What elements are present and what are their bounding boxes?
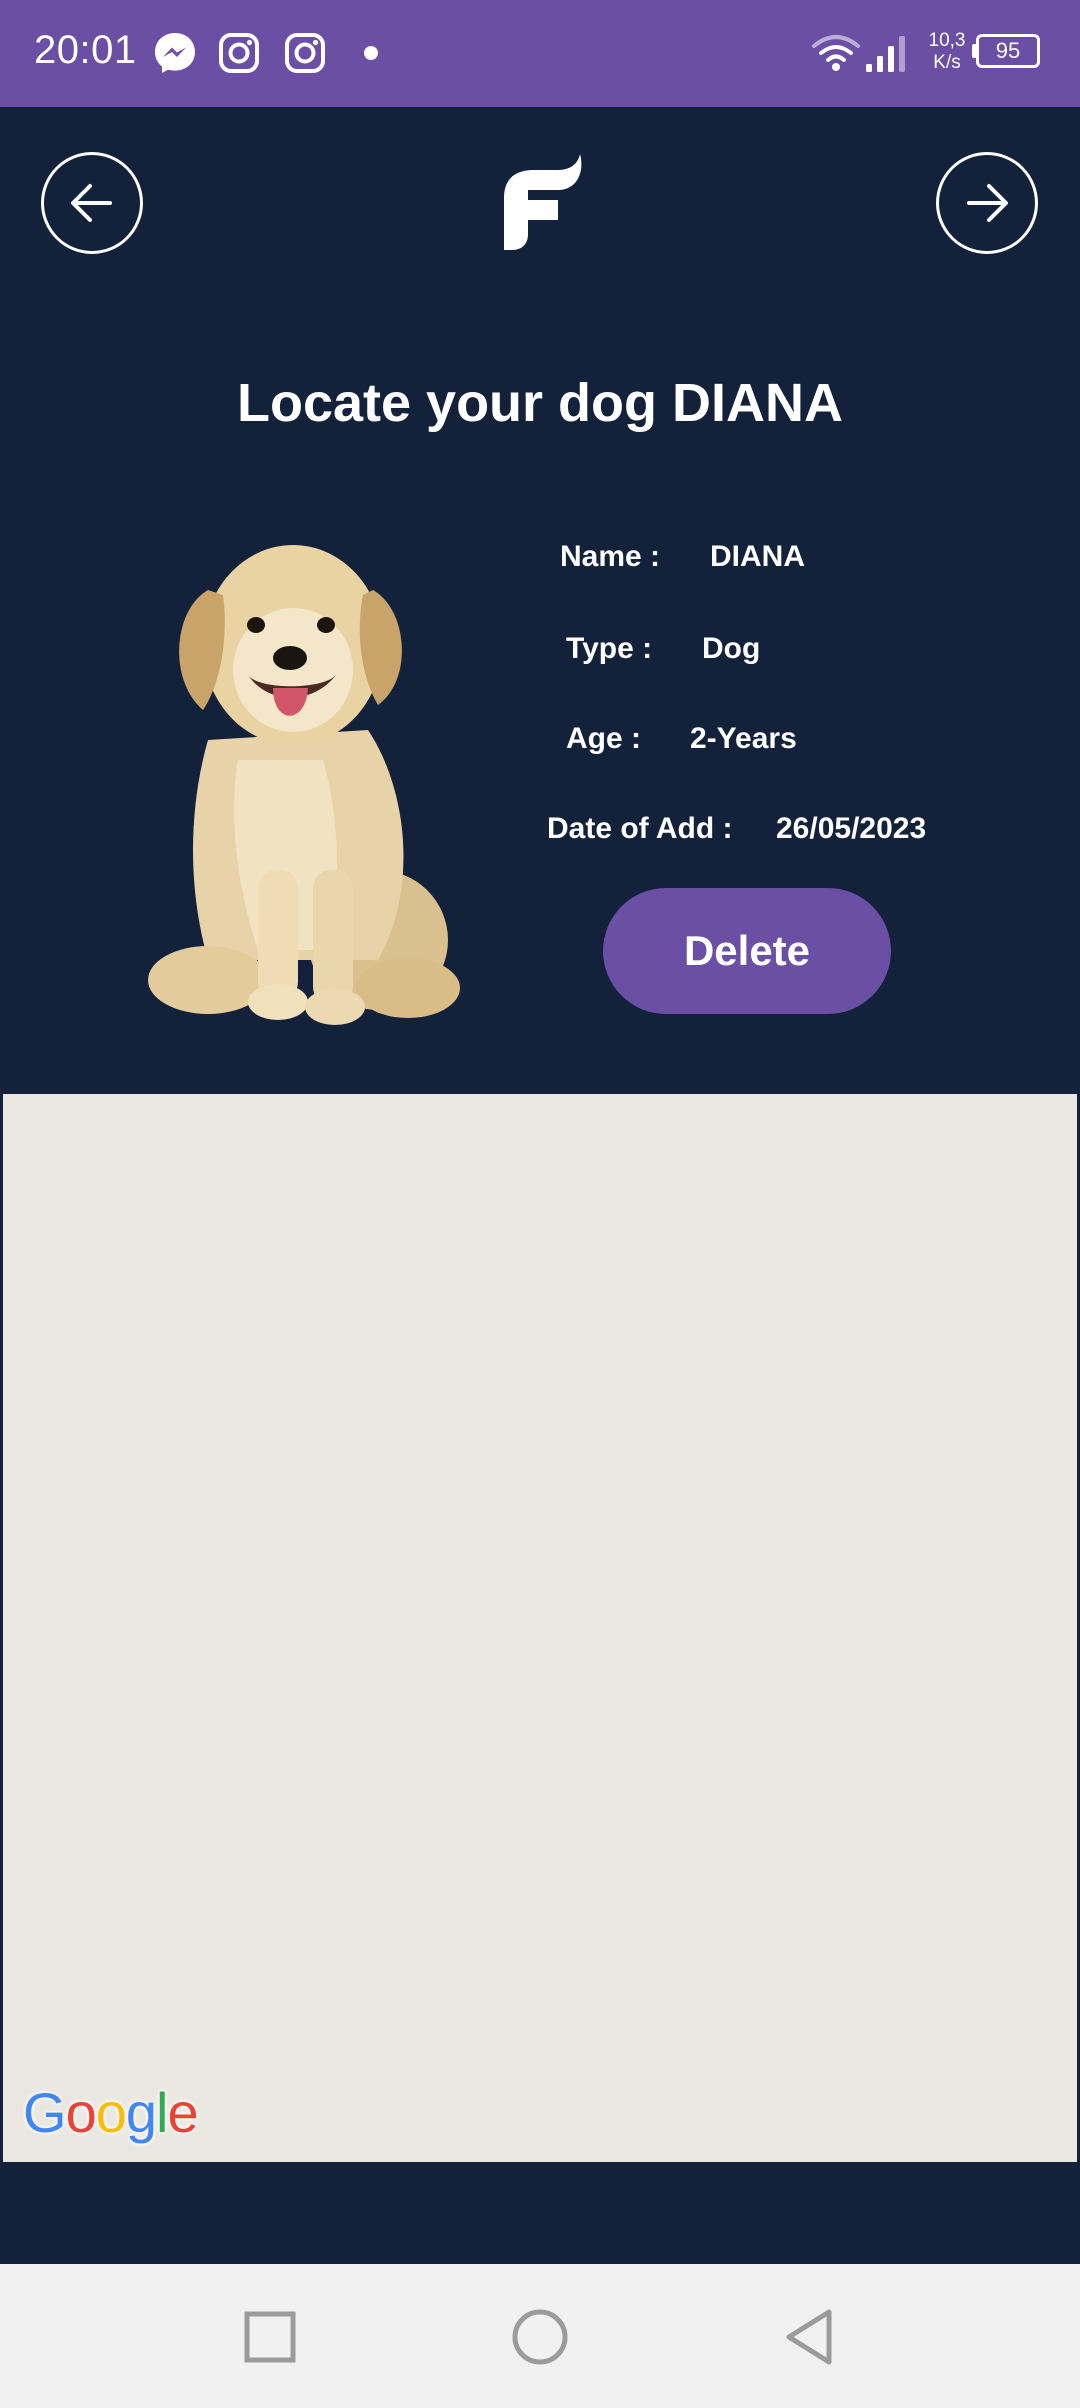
name-value: DIANA xyxy=(710,540,805,573)
triangle-back-icon[interactable] xyxy=(777,2304,843,2370)
square-icon[interactable] xyxy=(237,2304,303,2370)
signal-icon xyxy=(866,36,905,72)
network-speed-unit: K/s xyxy=(933,52,961,73)
date-added-label: Date of Add : xyxy=(547,812,733,845)
battery-icon: 95 xyxy=(976,34,1040,68)
delete-button[interactable]: Delete xyxy=(603,888,891,1014)
messenger-icon xyxy=(155,33,195,73)
type-label: Type : xyxy=(566,632,653,665)
back-button[interactable] xyxy=(41,152,143,254)
dog-photo xyxy=(148,545,460,1025)
type-value: Dog xyxy=(702,632,761,665)
arrow-right-icon xyxy=(967,184,1008,222)
instagram-icon xyxy=(219,33,259,73)
wifi-icon xyxy=(812,35,860,71)
battery-level: 95 xyxy=(995,38,1021,63)
network-speed: 10,3 K/s xyxy=(924,30,970,74)
instagram-icon xyxy=(285,33,325,73)
notification-dot xyxy=(364,46,378,60)
circle-icon[interactable] xyxy=(507,2304,573,2370)
name-label: Name : xyxy=(560,540,661,573)
age-label: Age : xyxy=(566,722,641,755)
network-speed-value: 10,3 xyxy=(928,30,966,51)
age-value: 2-Years xyxy=(690,722,797,755)
arrow-left-icon xyxy=(71,184,112,222)
forward-button[interactable] xyxy=(936,152,1038,254)
navigation-bar xyxy=(0,2264,1080,2408)
map-view[interactable]: Google xyxy=(3,1094,1077,2162)
status-bar: 20:01 10,3 K/s 95 xyxy=(0,0,1080,107)
app-logo-icon xyxy=(504,154,582,250)
status-time: 20:01 xyxy=(34,28,137,72)
google-logo: Google xyxy=(23,2081,199,2144)
date-added-value: 26/05/2023 xyxy=(776,812,927,845)
page-title: Locate your dog DIANA xyxy=(236,373,844,433)
